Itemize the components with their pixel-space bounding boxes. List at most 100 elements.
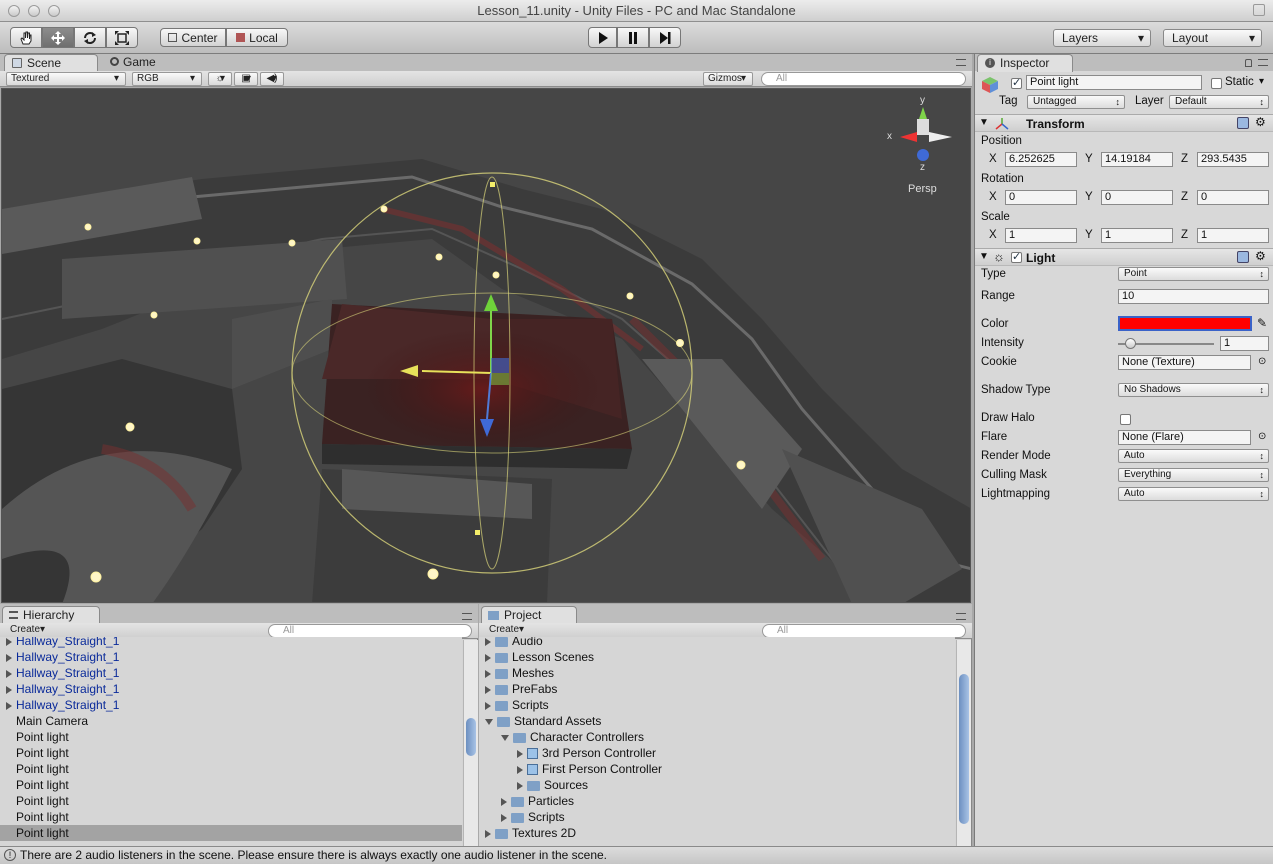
lock-icon[interactable] bbox=[1245, 59, 1252, 67]
scene-lighting-toggle[interactable]: ☼ bbox=[208, 72, 232, 86]
move-tool-icon[interactable] bbox=[42, 27, 74, 48]
hierarchy-item[interactable]: Main Camera bbox=[0, 713, 462, 729]
light-type-dropdown[interactable]: Point bbox=[1118, 267, 1269, 281]
layers-dropdown[interactable]: Layers bbox=[1053, 29, 1151, 47]
fullscreen-icon[interactable] bbox=[1253, 4, 1265, 16]
expand-arrow-icon[interactable] bbox=[6, 637, 12, 646]
pivot-center-button[interactable]: Center bbox=[160, 28, 226, 47]
tag-dropdown[interactable]: Untagged bbox=[1027, 95, 1125, 109]
project-create-button[interactable]: Create bbox=[485, 624, 530, 638]
position-z-input[interactable]: 293.5435 bbox=[1197, 152, 1269, 167]
scene-fx-toggle[interactable]: ▣ bbox=[234, 72, 258, 86]
hierarchy-item[interactable]: Hallway_Straight_1 bbox=[0, 665, 462, 681]
gameobject-name-input[interactable]: Point light bbox=[1026, 75, 1202, 90]
project-item[interactable]: Textures 2D bbox=[479, 825, 955, 841]
project-search-input[interactable]: All bbox=[762, 624, 966, 638]
rotation-x-input[interactable]: 0 bbox=[1005, 190, 1077, 205]
project-item[interactable]: Particles bbox=[479, 793, 955, 809]
hierarchy-item[interactable]: Hallway_Straight_1 bbox=[0, 649, 462, 665]
hierarchy-item[interactable]: Point light bbox=[0, 809, 462, 825]
project-scrollbar[interactable] bbox=[956, 640, 971, 846]
intensity-slider-track[interactable] bbox=[1118, 338, 1214, 349]
expand-arrow-icon[interactable] bbox=[485, 701, 491, 710]
tab-hierarchy[interactable]: Hierarchy bbox=[2, 606, 100, 624]
expand-arrow-icon[interactable] bbox=[485, 669, 491, 678]
position-x-input[interactable]: 6.252625 bbox=[1005, 152, 1077, 167]
expand-arrow-icon[interactable] bbox=[485, 637, 491, 646]
tab-project[interactable]: Project bbox=[481, 606, 577, 624]
component-gear-icon[interactable]: ⚙ bbox=[1255, 115, 1266, 129]
project-item[interactable]: Lesson Scenes bbox=[479, 649, 955, 665]
pause-button[interactable] bbox=[617, 27, 649, 48]
static-dropdown-arrow-icon[interactable]: ▾ bbox=[1259, 76, 1264, 87]
component-gear-icon[interactable]: ⚙ bbox=[1255, 249, 1266, 263]
expand-arrow-icon[interactable] bbox=[485, 829, 491, 838]
pivot-local-button[interactable]: Local bbox=[226, 28, 288, 47]
eyedropper-icon[interactable]: ✎ bbox=[1257, 316, 1267, 330]
project-item[interactable]: 3rd Person Controller bbox=[479, 745, 955, 761]
hierarchy-item[interactable]: Point light bbox=[0, 825, 462, 841]
zoom-window-button[interactable] bbox=[48, 5, 60, 17]
gameobject-active-checkbox[interactable] bbox=[1011, 76, 1022, 89]
hierarchy-item[interactable]: Point light bbox=[0, 745, 462, 761]
scale-z-input[interactable]: 1 bbox=[1197, 228, 1269, 243]
scene-audio-toggle[interactable]: ◀) bbox=[260, 72, 284, 86]
draw-halo-checkbox[interactable] bbox=[1120, 414, 1131, 425]
project-item[interactable]: Sources bbox=[479, 777, 955, 793]
play-button[interactable] bbox=[588, 27, 617, 48]
help-book-icon[interactable] bbox=[1237, 251, 1249, 263]
tab-game[interactable]: Game bbox=[101, 54, 195, 72]
expand-arrow-icon[interactable] bbox=[517, 765, 523, 774]
hand-tool-icon[interactable] bbox=[10, 27, 42, 48]
draw-mode-dropdown[interactable]: Textured bbox=[6, 72, 126, 86]
scale-y-input[interactable]: 1 bbox=[1101, 228, 1173, 243]
expand-arrow-icon[interactable] bbox=[501, 797, 507, 806]
expand-arrow-icon[interactable] bbox=[517, 781, 523, 790]
project-item[interactable]: Audio bbox=[479, 637, 955, 649]
hierarchy-item[interactable]: Point light bbox=[0, 777, 462, 793]
hierarchy-item[interactable]: Point light bbox=[0, 793, 462, 809]
help-book-icon[interactable] bbox=[1237, 117, 1249, 129]
render-mode-dropdown[interactable]: RGB bbox=[132, 72, 202, 86]
tab-inspector[interactable]: i Inspector bbox=[977, 54, 1073, 72]
project-item[interactable]: Standard Assets bbox=[479, 713, 955, 729]
hierarchy-menu-icon[interactable] bbox=[462, 613, 472, 620]
hierarchy-create-button[interactable]: Create bbox=[6, 624, 51, 638]
rotate-tool-icon[interactable] bbox=[74, 27, 106, 48]
expand-arrow-icon[interactable] bbox=[6, 685, 12, 694]
scale-tool-icon[interactable] bbox=[106, 27, 138, 48]
panel-menu-icon[interactable] bbox=[956, 59, 966, 66]
project-scroll-thumb[interactable] bbox=[959, 674, 969, 824]
hierarchy-scroll-thumb[interactable] bbox=[466, 718, 476, 756]
light-lightmapping-dropdown[interactable]: Auto bbox=[1118, 487, 1269, 501]
hierarchy-scrollbar[interactable] bbox=[463, 640, 478, 846]
hierarchy-item[interactable]: Point light bbox=[0, 729, 462, 745]
hierarchy-search-input[interactable]: All bbox=[268, 624, 472, 638]
project-item[interactable]: Meshes bbox=[479, 665, 955, 681]
light-range-input[interactable]: 10 bbox=[1118, 289, 1269, 304]
light-flare-field[interactable]: None (Flare) bbox=[1118, 430, 1251, 445]
expand-arrow-icon[interactable] bbox=[6, 669, 12, 678]
light-render-mode-dropdown[interactable]: Auto bbox=[1118, 449, 1269, 463]
scale-x-input[interactable]: 1 bbox=[1005, 228, 1077, 243]
expand-arrow-icon[interactable] bbox=[485, 685, 491, 694]
scene-viewport[interactable]: y x z Persp bbox=[1, 88, 971, 603]
light-culling-dropdown[interactable]: Everything bbox=[1118, 468, 1269, 482]
project-item[interactable]: First Person Controller bbox=[479, 761, 955, 777]
close-window-button[interactable] bbox=[8, 5, 20, 17]
step-button[interactable] bbox=[649, 27, 681, 48]
inspector-menu-icon[interactable] bbox=[1258, 59, 1268, 66]
rotation-z-input[interactable]: 0 bbox=[1197, 190, 1269, 205]
expand-arrow-icon[interactable] bbox=[485, 653, 491, 662]
hierarchy-item[interactable]: Hallway_Straight_1 bbox=[0, 697, 462, 713]
object-picker-icon[interactable]: ⊙ bbox=[1258, 356, 1266, 367]
project-item[interactable]: Scripts bbox=[479, 697, 955, 713]
light-color-swatch[interactable] bbox=[1118, 316, 1252, 331]
tab-scene[interactable]: Scene bbox=[4, 54, 98, 72]
minimize-window-button[interactable] bbox=[28, 5, 40, 17]
light-cookie-field[interactable]: None (Texture) bbox=[1118, 355, 1251, 370]
light-intensity-input[interactable]: 1 bbox=[1220, 336, 1269, 351]
project-item[interactable]: PreFabs bbox=[479, 681, 955, 697]
expand-arrow-icon[interactable] bbox=[6, 653, 12, 662]
gizmos-dropdown[interactable]: Gizmos bbox=[703, 72, 753, 86]
